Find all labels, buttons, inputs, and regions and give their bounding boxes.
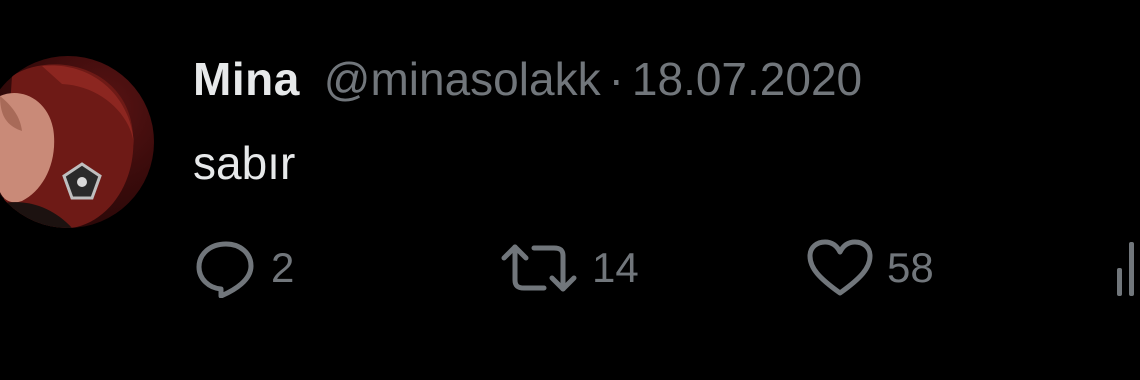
reply-button[interactable]: 2 [193, 236, 294, 300]
stats-icon [1115, 238, 1140, 298]
tweet-date[interactable]: 18.07.2020 [632, 52, 862, 106]
reply-icon [193, 238, 259, 298]
reply-count: 2 [271, 244, 295, 291]
stats-button[interactable] [1115, 236, 1140, 300]
heart-icon [805, 238, 875, 298]
like-count: 58 [887, 244, 934, 291]
tweet-header: Mina @minasolakk · 18.07.2020 [193, 52, 862, 108]
action-bar: 2 14 58 [193, 236, 1140, 300]
retweet-count: 14 [592, 244, 639, 291]
retweet-icon [498, 238, 580, 298]
author-handle[interactable]: @minasolakk [324, 52, 601, 106]
separator-dot: · [608, 53, 624, 105]
tweet[interactable]: Mina @minasolakk · 18.07.2020 sabır 2 14… [0, 0, 1140, 380]
author-name[interactable]: Mina [193, 52, 300, 106]
retweet-button[interactable]: 14 [498, 236, 639, 300]
like-button[interactable]: 58 [805, 236, 934, 300]
avatar[interactable] [0, 56, 154, 228]
tweet-text: sabır [193, 137, 296, 189]
avatar-image [0, 64, 134, 228]
